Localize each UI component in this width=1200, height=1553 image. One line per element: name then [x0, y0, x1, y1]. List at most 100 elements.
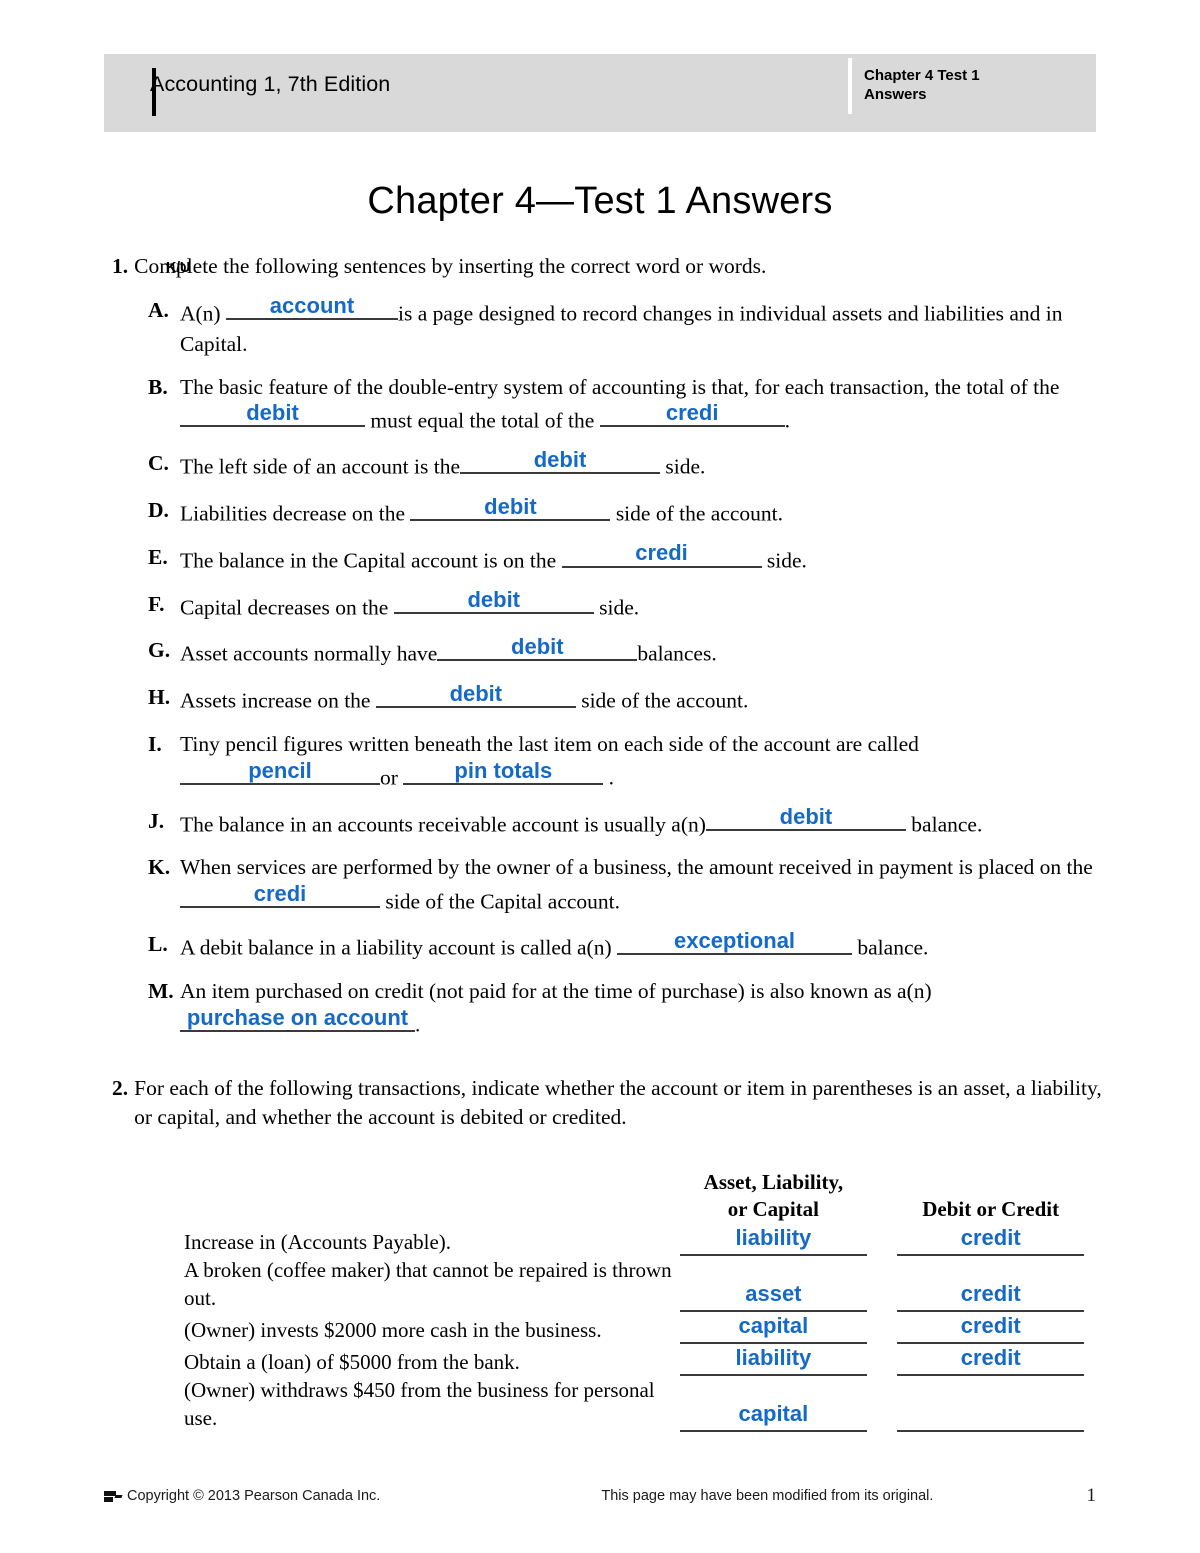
chapter-test-label: Chapter 4 Test 1 Answers: [864, 67, 980, 104]
item-m-text-after: .: [415, 1012, 421, 1037]
item-a-answer: account: [269, 293, 355, 319]
item-l-blank[interactable]: exceptional: [617, 929, 853, 955]
item-m-letter: M.: [148, 978, 174, 1003]
item-f-text-before: Capital decreases on the: [180, 595, 389, 620]
item-i-letter: I.: [148, 731, 162, 756]
table-row: (Owner) invests $2000 more cash in the b…: [184, 1312, 1084, 1344]
item-b-blank-1[interactable]: debit: [180, 400, 365, 428]
item-c-text-after: side.: [665, 455, 706, 480]
running-header: Accounting 1, 7th Edition Chapter 4 Test…: [104, 54, 1096, 132]
row-5-gap: [867, 1376, 898, 1432]
item-e-text-before: The balance in the Capital account is on…: [180, 548, 557, 573]
item-g-body: Asset accounts normally have debit balance…: [180, 635, 1098, 669]
row-3-debit-credit: credit: [960, 1312, 1021, 1338]
item-b-blank-2[interactable]: credi: [599, 400, 785, 428]
item-c: C. The left side of an account is the deb…: [148, 448, 1098, 482]
header-classification-line2: or Capital: [727, 1197, 819, 1222]
row-2-debit-credit-line: credit: [897, 1280, 1084, 1312]
pearson-logo-icon: [104, 1490, 123, 1503]
item-h-blank[interactable]: debit: [375, 680, 576, 708]
item-d-letter: D.: [148, 498, 169, 523]
item-b-body: The basic feature of the double-entry sy…: [180, 372, 1098, 436]
row-2-debit-credit-cell[interactable]: credit: [897, 1256, 1084, 1312]
item-e-answer: credi: [635, 540, 688, 566]
row-3-gap: [867, 1312, 898, 1344]
item-h-answer: debit: [449, 680, 503, 706]
row-5-classification-cell[interactable]: capital: [680, 1376, 867, 1433]
item-j-answer: debit: [779, 804, 833, 830]
row-5-description: (Owner) withdraws $450 from the business…: [184, 1377, 655, 1431]
item-i-blank-2[interactable]: pin totals: [403, 757, 604, 785]
running-header-left: Accounting 1, 7th Edition: [104, 54, 844, 116]
item-i-answer-2: pin totals: [454, 757, 553, 783]
footer-note: This page may have been modified from it…: [601, 1488, 934, 1504]
item-b-text-mid: must equal the total of the: [370, 408, 595, 433]
item-f-blank[interactable]: debit: [393, 588, 594, 615]
row-1-debit-credit-cell[interactable]: credit: [897, 1224, 1084, 1256]
row-5-classification: capital: [738, 1401, 809, 1427]
classification-table: Asset, Liability, or Capital Debit or Cr…: [184, 1169, 1084, 1433]
footer-copyright: Copyright © 2013 Pearson Canada Inc.: [127, 1488, 381, 1504]
item-k-text-after: side of the Capital account.: [385, 889, 621, 914]
item-m: M. An item purchased on credit (not paid…: [148, 976, 1098, 1040]
item-g-letter: G.: [148, 638, 171, 663]
item-l: L. A debit balance in a liability accoun…: [148, 929, 1098, 963]
item-k: K. When services are performed by the ow…: [148, 852, 1098, 916]
question-2: 2. For each of the following transaction…: [112, 1074, 1102, 1433]
page-title: Chapter 4—Test 1 Answers: [367, 180, 833, 222]
item-g: G. Asset accounts normally have debit bala…: [148, 635, 1098, 669]
item-a-body: A(n) account is a page designed to record…: [180, 293, 1098, 359]
item-m-body: An item purchased on credit (not paid fo…: [180, 976, 1098, 1040]
item-i-text-mid: or: [380, 765, 398, 790]
item-k-blank[interactable]: credi: [180, 882, 380, 909]
header-gap: [867, 1169, 898, 1224]
item-b-text-after: .: [784, 408, 791, 433]
item-b-answer-2: credi: [665, 400, 719, 426]
row-4-gap: [867, 1344, 898, 1376]
footer-copyright-group: Copyright © 2013 Pearson Canada Inc.: [104, 1488, 380, 1504]
item-d-blank[interactable]: debit: [410, 493, 611, 521]
item-m-blank[interactable]: purchase on account: [180, 1006, 415, 1032]
item-a-text-before: A(n): [180, 301, 221, 326]
item-b-answer-1: debit: [246, 400, 299, 426]
row-4-classification: liability: [735, 1344, 812, 1370]
item-f-letter: F.: [148, 591, 165, 616]
row-4-classification-cell[interactable]: liability: [680, 1344, 867, 1376]
header-classification-line1: Asset, Liability,: [703, 1170, 844, 1195]
row-1-classification-line: liability: [680, 1224, 867, 1256]
item-l-text-after: balance.: [857, 935, 929, 960]
item-c-blank[interactable]: debit: [460, 448, 660, 475]
header-debit-credit: Debit or Credit: [897, 1169, 1084, 1224]
book-title: Accounting 1, 7th Edition: [150, 72, 391, 96]
row-3-description: (Owner) invests $2000 more cash in the b…: [184, 1317, 602, 1342]
item-i-blank-1[interactable]: pencil: [180, 758, 380, 785]
table-row: Increase in (Accounts Payable). liabilit…: [184, 1224, 1084, 1256]
row-1-gap: [867, 1224, 898, 1256]
row-4-debit-credit: credit: [960, 1344, 1021, 1370]
row-3-debit-credit-cell[interactable]: credit: [897, 1312, 1084, 1344]
row-3-classification-cell[interactable]: capital: [680, 1312, 867, 1344]
item-c-text-before: The left side of an account is the: [180, 455, 460, 480]
item-d-answer: debit: [484, 493, 537, 519]
row-1-classification-cell[interactable]: liability: [680, 1224, 867, 1256]
item-k-text-before: When services are performed by the owner…: [180, 855, 1093, 880]
question-2-prompt: For each of the following transactions, …: [134, 1075, 1102, 1130]
item-d-text-before: Liabilities decrease on the: [180, 501, 406, 526]
row-5-debit-credit-cell[interactable]: [897, 1376, 1084, 1433]
table-row: (Owner) withdraws $450 from the business…: [184, 1376, 1084, 1433]
item-j-blank[interactable]: debit: [705, 804, 906, 832]
row-4-debit-credit-cell[interactable]: credit: [897, 1344, 1084, 1376]
item-l-text-before: A debit balance in a liability account i…: [180, 935, 612, 960]
item-e-blank[interactable]: credi: [561, 540, 762, 568]
item-k-letter: K.: [148, 855, 171, 880]
row-3-classification: capital: [738, 1312, 809, 1338]
item-b-letter: B.: [148, 374, 168, 399]
item-g-blank[interactable]: debit: [437, 635, 638, 662]
row-1-debit-credit-line: credit: [897, 1224, 1084, 1256]
running-header-right: Chapter 4 Test 1 Answers: [844, 54, 1096, 114]
row-2-classification-cell[interactable]: asset: [680, 1256, 867, 1312]
item-a-blank[interactable]: account: [225, 293, 398, 321]
row-2-gap: [867, 1256, 898, 1312]
item-j-body: The balance in an accounts receivable ac…: [180, 804, 1098, 840]
item-j-text-after: balance.: [911, 812, 983, 837]
